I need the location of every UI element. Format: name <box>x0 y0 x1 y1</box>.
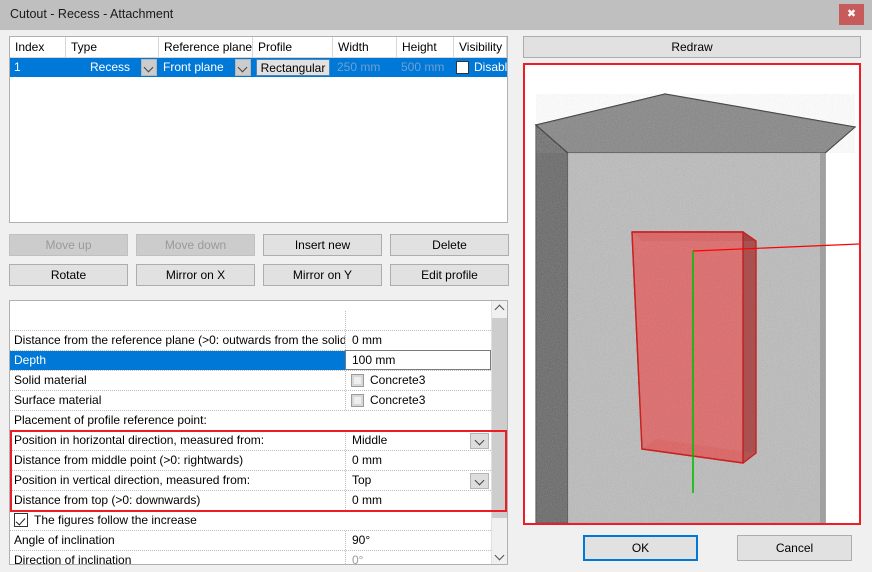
property-name: Solid material <box>10 371 345 390</box>
property-row[interactable]: Distance from middle point (>0: rightwar… <box>10 451 491 471</box>
preview-viewport-3d[interactable] <box>523 63 861 525</box>
property-value[interactable]: Concrete3 <box>345 371 491 390</box>
cell-reference-plane: Front plane <box>163 58 233 77</box>
property-name: The figures follow the increase <box>34 511 197 530</box>
property-chevron-down-icon[interactable] <box>470 473 489 489</box>
material-swatch-icon <box>351 394 364 407</box>
window-title: Cutout - Recess - Attachment <box>10 7 173 21</box>
material-swatch-icon <box>351 374 364 387</box>
property-row[interactable]: Depth100 mm <box>10 351 491 371</box>
property-value[interactable]: 0 mm <box>345 451 491 470</box>
property-name <box>10 311 345 330</box>
property-value-text: Concrete3 <box>370 373 425 387</box>
column-header-height[interactable]: Height <box>397 37 454 57</box>
property-value[interactable]: 0 mm <box>345 491 491 510</box>
type-dropdown-chevron-down-icon[interactable] <box>141 59 157 76</box>
property-row[interactable]: The figures follow the increase <box>10 511 491 531</box>
column-header-index[interactable]: Index <box>10 37 66 57</box>
rotate-button[interactable]: Rotate <box>9 264 128 286</box>
property-name: Distance from middle point (>0: rightwar… <box>10 451 345 470</box>
property-value[interactable]: Concrete3 <box>345 391 491 410</box>
property-row[interactable]: Distance from the reference plane (>0: o… <box>10 331 491 351</box>
visibility-checkbox[interactable] <box>456 61 469 74</box>
cutout-list-view[interactable]: IndexTypeReference planeProfileWidthHeig… <box>9 36 508 223</box>
list-header-row: IndexTypeReference planeProfileWidthHeig… <box>10 37 507 58</box>
property-row[interactable]: Surface material Concrete3 <box>10 391 491 411</box>
cell-height: 500 mm <box>401 58 458 77</box>
close-icon[interactable]: ✖ <box>839 4 864 25</box>
property-value[interactable]: Top <box>345 471 491 490</box>
property-row[interactable] <box>10 311 491 331</box>
scrollbar-thumb[interactable] <box>492 318 508 518</box>
profile-button[interactable]: Rectangular <box>256 59 330 76</box>
move-down-button: Move down <box>136 234 255 256</box>
property-value[interactable]: 0 mm <box>345 331 491 350</box>
property-value-text: Concrete3 <box>370 393 425 407</box>
scroll-down-icon[interactable] <box>492 547 508 564</box>
property-name: Angle of inclination <box>10 531 345 550</box>
cell-visibility: Disabled <box>474 58 507 77</box>
cell-width: 250 mm <box>337 58 401 77</box>
property-name: Distance from the reference plane (>0: o… <box>10 331 345 350</box>
figures-follow-increase-checkbox[interactable] <box>14 513 28 527</box>
column-header-visibility[interactable]: Visibility <box>454 37 507 57</box>
property-value[interactable]: 100 mm <box>345 350 491 370</box>
column-header-reference-plane[interactable]: Reference plane <box>159 37 253 57</box>
property-chevron-down-icon[interactable] <box>470 433 489 449</box>
column-header-type[interactable]: Type <box>66 37 159 57</box>
property-value-text: Middle <box>352 433 387 447</box>
property-value-text: Top <box>352 473 371 487</box>
redraw-button[interactable]: Redraw <box>523 36 861 58</box>
property-name: Depth <box>10 351 345 370</box>
ok-button[interactable]: OK <box>583 535 698 561</box>
scroll-up-icon[interactable] <box>492 301 508 318</box>
property-row[interactable]: Distance from top (>0: downwards)0 mm <box>10 491 491 511</box>
property-name: Position in horizontal direction, measur… <box>10 431 345 450</box>
property-value[interactable]: Middle <box>345 431 491 450</box>
property-name: Placement of profile reference point: <box>10 411 345 430</box>
mirror-on-y-button[interactable]: Mirror on Y <box>263 264 382 286</box>
property-name: Position in vertical direction, measured… <box>10 471 345 490</box>
property-name: Direction of inclination <box>10 551 345 565</box>
property-row[interactable]: Solid material Concrete3 <box>10 371 491 391</box>
left-panel: IndexTypeReference planeProfileWidthHeig… <box>0 30 516 572</box>
preview-3d-graphic <box>525 65 859 523</box>
edit-profile-button[interactable]: Edit profile <box>390 264 509 286</box>
property-grid-scrollbar[interactable] <box>491 301 507 564</box>
property-row[interactable]: Angle of inclination90° <box>10 531 491 551</box>
cell-type: Recess <box>90 58 141 77</box>
property-row[interactable]: Position in vertical direction, measured… <box>10 471 491 491</box>
property-row[interactable]: Direction of inclination0° <box>10 551 491 565</box>
cancel-button[interactable]: Cancel <box>737 535 852 561</box>
insert-new-button[interactable]: Insert new <box>263 234 382 256</box>
delete-button[interactable]: Delete <box>390 234 509 256</box>
property-name: Surface material <box>10 391 345 410</box>
property-grid[interactable]: Distance from the reference plane (>0: o… <box>9 300 508 565</box>
property-value[interactable]: 0° <box>345 551 491 565</box>
property-value <box>345 311 491 330</box>
property-row[interactable]: Position in horizontal direction, measur… <box>10 431 491 451</box>
cutout-recess-dialog: Cutout - Recess - Attachment ✖ IndexType… <box>0 0 872 572</box>
cell-index: 1 <box>14 58 70 77</box>
move-up-button: Move up <box>9 234 128 256</box>
table-row[interactable]: 1 Recess Front plane Rectangular 250 mm500 m… <box>10 58 507 77</box>
right-panel: Redraw <box>516 30 872 572</box>
title-bar: Cutout - Recess - Attachment ✖ <box>0 0 872 30</box>
column-header-profile[interactable]: Profile <box>253 37 333 57</box>
mirror-on-x-button[interactable]: Mirror on X <box>136 264 255 286</box>
property-name: Distance from top (>0: downwards) <box>10 491 345 510</box>
property-row[interactable]: Placement of profile reference point: <box>10 411 491 431</box>
reference-plane-dropdown-chevron-down-icon[interactable] <box>235 59 251 76</box>
column-header-width[interactable]: Width <box>333 37 397 57</box>
property-value[interactable]: 90° <box>345 531 491 550</box>
